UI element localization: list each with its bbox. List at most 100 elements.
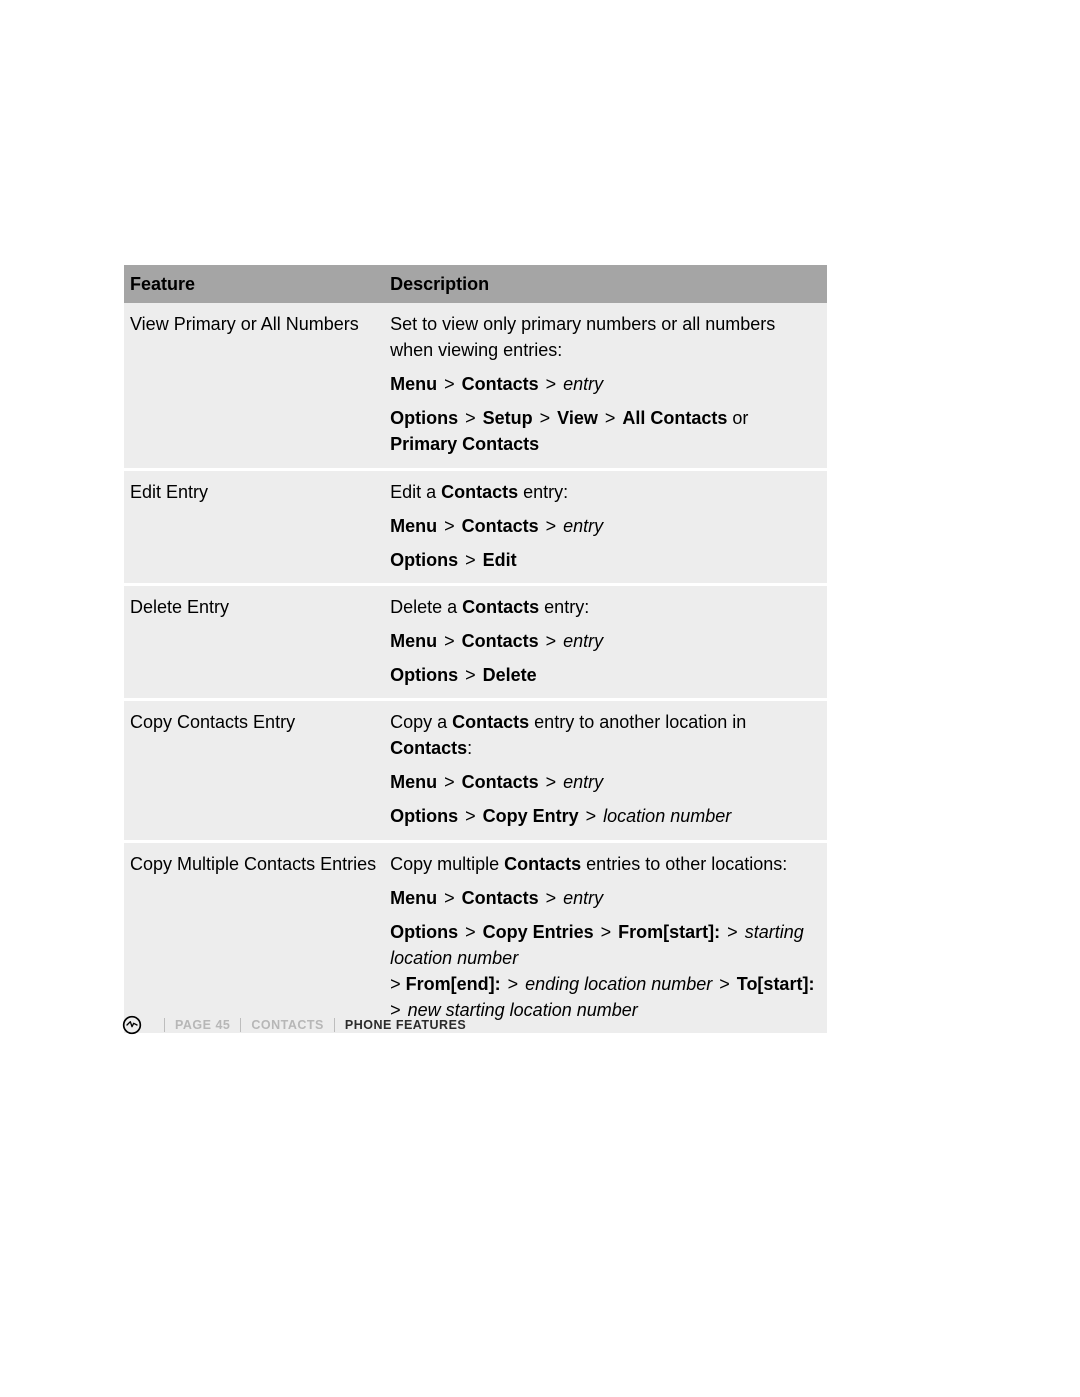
table-row: Edit Entry Edit a Contacts entry: Menu >… — [124, 469, 827, 584]
gt-icon: > — [720, 922, 745, 942]
description-cell: Delete a Contacts entry: Menu > Contacts… — [384, 584, 827, 699]
intro-line: Edit a Contacts entry: — [390, 479, 819, 505]
options-path: Options > Edit — [390, 547, 819, 573]
intro-text: entry: — [539, 597, 589, 617]
options-path: Options > Setup > View > All Contacts or… — [390, 405, 819, 457]
path-seg: Menu — [390, 631, 437, 651]
options-path: Options > Copy Entries > From[start]: > … — [390, 919, 819, 1023]
header-description: Description — [384, 265, 827, 303]
description-cell: Edit a Contacts entry: Menu > Contacts >… — [384, 469, 827, 584]
table-row: Delete Entry Delete a Contacts entry: Me… — [124, 584, 827, 699]
intro-text: entry: — [518, 482, 568, 502]
document-page: Feature Description View Primary or All … — [0, 0, 1080, 1397]
footer-separator — [334, 1018, 335, 1032]
feature-cell: View Primary or All Numbers — [124, 303, 384, 469]
path-seg: View — [557, 408, 598, 428]
path-seg: Options — [390, 922, 458, 942]
intro-text: Edit a — [390, 482, 441, 502]
intro-bold: Contacts — [441, 482, 518, 502]
table-row: Copy Contacts Entry Copy a Contacts entr… — [124, 700, 827, 841]
gt-icon: > — [539, 631, 564, 651]
footer-title: PHONE FEATURES — [345, 1018, 466, 1032]
path-seg: To[start]: — [737, 974, 815, 994]
footer-page: PAGE 45 — [175, 1018, 230, 1032]
table-row: View Primary or All Numbers Set to view … — [124, 303, 827, 469]
gt-icon: > — [579, 806, 604, 826]
footer-separator — [164, 1018, 165, 1032]
intro-bold: Contacts — [504, 854, 581, 874]
feature-cell: Delete Entry — [124, 584, 384, 699]
path-seg: Menu — [390, 516, 437, 536]
path-seg: Menu — [390, 374, 437, 394]
path-seg: Contacts — [462, 516, 539, 536]
feature-table: Feature Description View Primary or All … — [124, 265, 827, 1033]
description-cell: Set to view only primary numbers or all … — [384, 303, 827, 469]
path-seg: Delete — [483, 665, 537, 685]
path-seg: Primary Contacts — [390, 434, 539, 454]
gt-icon: > — [501, 974, 526, 994]
gt-icon: > — [712, 974, 737, 994]
gt-icon: > — [539, 888, 564, 908]
path-seg: Options — [390, 408, 458, 428]
intro-line: Copy a Contacts entry to another locatio… — [390, 709, 819, 761]
intro-bold: Contacts — [462, 597, 539, 617]
path-seg-italic: entry — [563, 772, 603, 792]
menu-path: Menu > Contacts > entry — [390, 769, 819, 795]
path-seg-italic: entry — [563, 374, 603, 394]
intro-text: entry to another location in — [529, 712, 746, 732]
path-seg: Copy Entry — [483, 806, 579, 826]
path-seg: Setup — [483, 408, 533, 428]
menu-path: Menu > Contacts > entry — [390, 513, 819, 539]
gt-icon: > — [539, 516, 564, 536]
feature-cell: Edit Entry — [124, 469, 384, 584]
gt-icon: > — [598, 408, 623, 428]
path-seg-italic: location number — [603, 806, 731, 826]
page-footer: PAGE 45 CONTACTS PHONE FEATURES — [122, 1015, 466, 1035]
or-text: or — [727, 408, 748, 428]
path-seg: Options — [390, 806, 458, 826]
gt-prefix: > — [390, 974, 406, 994]
description-cell: Copy a Contacts entry to another locatio… — [384, 700, 827, 841]
table-row: Copy Multiple Contacts Entries Copy mult… — [124, 841, 827, 1033]
intro-text: Copy a — [390, 712, 452, 732]
path-seg: Copy Entries — [483, 922, 594, 942]
menu-path: Menu > Contacts > entry — [390, 885, 819, 911]
footer-separator — [240, 1018, 241, 1032]
description-cell: Copy multiple Contacts entries to other … — [384, 841, 827, 1033]
path-seg-italic: entry — [563, 631, 603, 651]
path-seg: Contacts — [462, 374, 539, 394]
gt-icon: > — [437, 772, 462, 792]
feature-table-wrap: Feature Description View Primary or All … — [124, 265, 827, 1033]
intro-text: Set to view only primary numbers or all … — [390, 314, 775, 360]
gt-icon: > — [458, 665, 483, 685]
path-seg: Menu — [390, 772, 437, 792]
path-seg: Menu — [390, 888, 437, 908]
table-header-row: Feature Description — [124, 265, 827, 303]
options-path: Options > Delete — [390, 662, 819, 688]
path-seg: From[end]: — [406, 974, 501, 994]
intro-bold: Contacts — [452, 712, 529, 732]
gt-icon: > — [437, 631, 462, 651]
intro-text: entries to other locations: — [581, 854, 787, 874]
path-seg: Contacts — [462, 772, 539, 792]
gt-icon: > — [437, 888, 462, 908]
intro-text: Copy multiple — [390, 854, 504, 874]
gt-icon: > — [458, 806, 483, 826]
intro-bold: Contacts — [390, 738, 467, 758]
gt-icon: > — [458, 550, 483, 570]
gt-icon: > — [437, 516, 462, 536]
path-seg: From[start]: — [618, 922, 720, 942]
intro-text: : — [467, 738, 472, 758]
options-path: Options > Copy Entry > location number — [390, 803, 819, 829]
path-seg: Contacts — [462, 631, 539, 651]
intro-line: Copy multiple Contacts entries to other … — [390, 851, 819, 877]
menu-path: Menu > Contacts > entry — [390, 628, 819, 654]
path-seg-italic: ending location number — [525, 974, 712, 994]
gt-icon: > — [539, 374, 564, 394]
footer-section: CONTACTS — [251, 1018, 324, 1032]
path-seg: Options — [390, 550, 458, 570]
menu-path: Menu > Contacts > entry — [390, 371, 819, 397]
feature-cell: Copy Contacts Entry — [124, 700, 384, 841]
gt-icon: > — [458, 922, 483, 942]
gt-icon: > — [594, 922, 619, 942]
